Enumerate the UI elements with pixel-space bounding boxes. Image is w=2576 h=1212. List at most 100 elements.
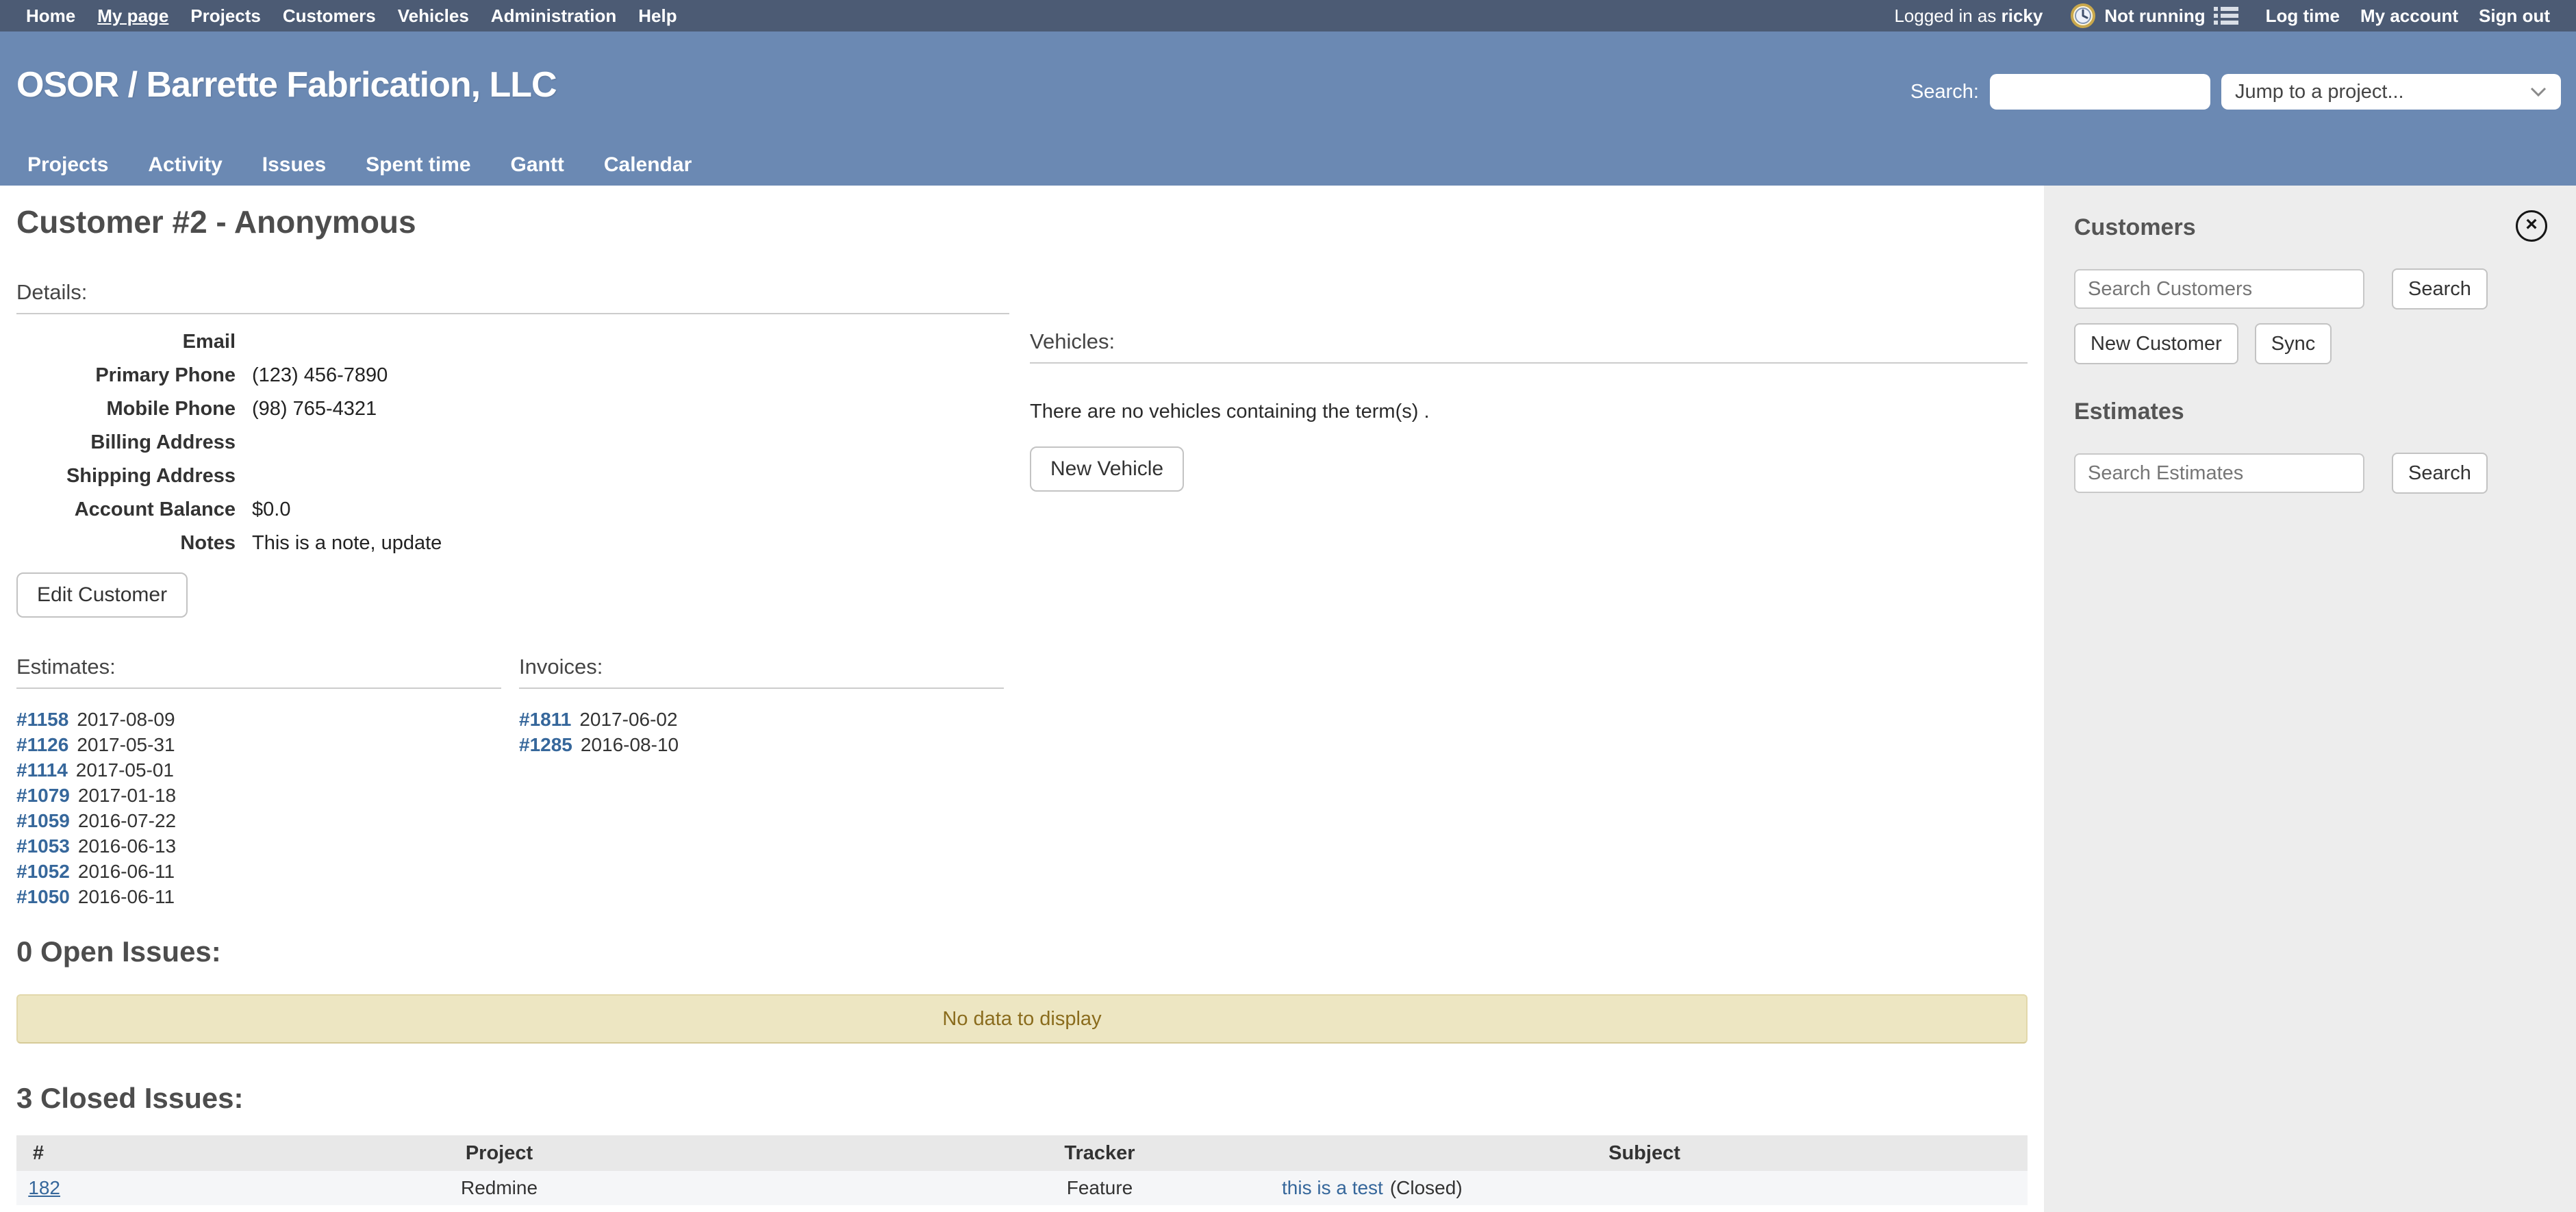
estimates-search-row: Search	[2074, 453, 2546, 494]
estimates-invoices-row: Estimates: #11582017-08-09#11262017-05-3…	[16, 655, 1009, 909]
estimate-link[interactable]: #1053	[16, 835, 70, 857]
estimate-link[interactable]: #1158	[16, 709, 68, 731]
quick-search-input[interactable]	[1990, 74, 2210, 110]
tab-calendar[interactable]: Calendar	[604, 153, 692, 177]
sync-button[interactable]: Sync	[2255, 323, 2332, 364]
top-link-log-time[interactable]: Log time	[2266, 5, 2340, 27]
jump-to-project-value: Jump to a project...	[2235, 81, 2404, 103]
logged-in-username: ricky	[2002, 5, 2043, 26]
detail-label: Billing Address	[16, 431, 236, 454]
list-item: #1079 2017-01-18	[16, 783, 501, 808]
issue-project-cell: Redmine	[60, 1171, 938, 1205]
detail-value: (98) 765-4321	[252, 398, 377, 420]
top-link-sign-out[interactable]: Sign out	[2479, 5, 2550, 27]
estimate-link[interactable]: #1052	[16, 861, 70, 883]
top-menu-item-customers[interactable]: Customers	[283, 5, 376, 27]
project-tabs: Projects Activity Issues Spent time Gantt Cal…	[0, 144, 2576, 186]
top-menu-item-help[interactable]: Help	[638, 5, 677, 27]
estimate-link[interactable]: #1059	[16, 810, 70, 832]
edit-customer-button[interactable]: Edit Customer	[16, 572, 188, 618]
project-name: Redmine	[461, 1177, 538, 1198]
ref-date: 2017-05-01	[76, 759, 174, 781]
issue-subject-cell: Rocker Panels(Closed)	[1261, 1205, 2028, 1212]
sidebar-estimates-heading: Estimates	[2074, 399, 2546, 425]
subject-status-suffix: (Closed)	[1390, 1177, 1463, 1198]
table-row: 91Barrette Fabrication, LLCFabricationRo…	[16, 1205, 2028, 1212]
sidebar-customers-heading: Customers	[2074, 214, 2546, 241]
timer-clock-icon[interactable]	[2070, 3, 2096, 29]
list-item: #1158 2017-08-09	[16, 707, 501, 732]
ref-date: 2016-06-13	[78, 835, 176, 857]
table-header-row: #ProjectTrackerSubject	[16, 1135, 2028, 1171]
issue-id-cell: 182	[16, 1171, 60, 1205]
details-column: Details: Email Primary Phone (123) 456-789…	[16, 280, 1009, 909]
timer-status-label: Not running	[2104, 5, 2205, 27]
estimate-link[interactable]: #1126	[16, 734, 68, 756]
closed-issues-table-head: #ProjectTrackerSubject	[16, 1135, 2028, 1171]
column-header-tracker: Tracker	[938, 1135, 1261, 1171]
detail-value: (123) 456-7890	[252, 364, 388, 387]
detail-label: Notes	[16, 532, 236, 555]
tab-activity[interactable]: Activity	[148, 153, 222, 177]
detail-label: Primary Phone	[16, 364, 236, 387]
closed-issues-table-body: 182RedmineFeaturethis is a test(Closed)9…	[16, 1171, 2028, 1212]
top-account-area: Logged in as ricky Not running Log time M…	[1894, 3, 2550, 29]
invoice-link[interactable]: #1811	[519, 709, 571, 731]
ref-date: 2017-01-18	[78, 785, 176, 807]
close-icon[interactable]: ×	[2516, 210, 2547, 242]
issue-id-link[interactable]: 182	[28, 1177, 60, 1198]
list-item: #1053 2016-06-13	[16, 833, 501, 859]
logged-in-text: Logged in as ricky	[1894, 5, 2043, 27]
new-customer-button[interactable]: New Customer	[2074, 323, 2238, 364]
column-header--: #	[16, 1135, 60, 1171]
top-link-my-account[interactable]: My account	[2360, 5, 2458, 27]
detail-row-email: Email	[16, 325, 1009, 359]
top-menu-item-home[interactable]: Home	[26, 5, 75, 27]
top-menu-item-projects[interactable]: Projects	[190, 5, 261, 27]
subject-link[interactable]: this is a test	[1282, 1177, 1383, 1198]
logged-in-prefix: Logged in as	[1894, 5, 1996, 26]
tab-issues[interactable]: Issues	[262, 153, 326, 177]
list-item: #1052 2016-06-11	[16, 859, 501, 884]
top-menu-item-administration[interactable]: Administration	[491, 5, 616, 27]
top-menu-item-vehicles[interactable]: Vehicles	[398, 5, 469, 27]
issue-subject-cell: this is a test (Closed)	[1261, 1171, 2028, 1205]
vehicles-heading: Vehicles:	[1030, 329, 2028, 364]
detail-value: This is a note, update	[252, 532, 442, 555]
column-header-subject: Subject	[1261, 1135, 2028, 1171]
detail-row-primary-phone: Primary Phone (123) 456-7890	[16, 359, 1009, 392]
search-customers-input[interactable]	[2074, 269, 2364, 309]
detail-label: Email	[16, 331, 236, 353]
estimates-column: Estimates: #11582017-08-09#11262017-05-3…	[16, 655, 501, 909]
issue-tracker-cell: Fabrication	[938, 1205, 1261, 1212]
customers-search-row: Search	[2074, 268, 2546, 310]
ref-date: 2017-08-09	[77, 709, 175, 731]
detail-label: Mobile Phone	[16, 398, 236, 420]
tab-gantt[interactable]: Gantt	[511, 153, 564, 177]
search-estimates-button[interactable]: Search	[2392, 453, 2488, 494]
list-item: #1114 2017-05-01	[16, 757, 501, 783]
top-menu: Home My page Projects Customers Vehicles Admi…	[26, 5, 677, 27]
tab-projects[interactable]: Projects	[27, 153, 108, 177]
no-data-text: No data to display	[942, 1008, 1101, 1031]
estimate-link[interactable]: #1114	[16, 759, 68, 781]
detail-value: $0.0	[252, 498, 290, 521]
tab-spent-time[interactable]: Spent time	[366, 153, 470, 177]
search-estimates-input[interactable]	[2074, 453, 2364, 493]
estimate-link[interactable]: #1050	[16, 886, 70, 908]
ref-date: 2016-06-11	[78, 861, 175, 883]
ref-date: 2016-08-10	[581, 734, 679, 756]
new-vehicle-button[interactable]: New Vehicle	[1030, 446, 1184, 492]
content-layout: Customer #2 - Anonymous Details: EmailPr…	[0, 186, 2576, 1212]
closed-issues-heading: 3 Closed Issues:	[16, 1082, 2028, 1115]
detail-row-billing-address: Billing Address	[16, 426, 1009, 459]
jump-to-project-select[interactable]: Jump to a project...	[2221, 74, 2561, 110]
invoice-link[interactable]: #1285	[519, 734, 572, 756]
column-header-project: Project	[60, 1135, 938, 1171]
detail-row-account-balance: Account Balance$0.0	[16, 493, 1009, 527]
details-heading: Details:	[16, 280, 1009, 314]
search-customers-button[interactable]: Search	[2392, 268, 2488, 310]
top-menu-item-my-page[interactable]: My page	[97, 5, 168, 27]
timer-list-icon[interactable]	[2214, 5, 2238, 26]
estimate-link[interactable]: #1079	[16, 785, 70, 807]
